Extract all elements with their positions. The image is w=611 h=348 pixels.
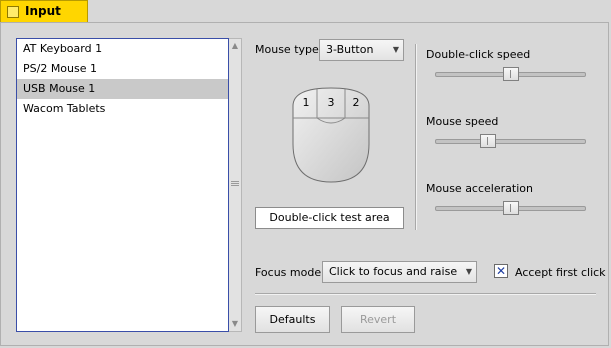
double-click-speed-slider[interactable] (502, 67, 519, 81)
chevron-down-icon: ▼ (392, 45, 399, 54)
list-item-wacom-tablets[interactable]: Wacom Tablets (17, 99, 228, 119)
focus-mode-label: Focus mode: (255, 266, 325, 279)
accept-first-click-checkbox[interactable]: ✕ (494, 264, 508, 278)
close-icon[interactable] (7, 6, 19, 18)
list-item-at-keyboard[interactable]: AT Keyboard 1 (17, 39, 228, 59)
mouse-button-middle-label: 3 (328, 96, 335, 109)
revert-button[interactable]: Revert (341, 306, 415, 333)
window-title: Input (25, 4, 61, 18)
scroll-up-arrow-icon[interactable]: ▲ (230, 40, 240, 52)
scroll-grip-icon[interactable] (231, 180, 239, 188)
focus-mode-value: Click to focus and raise (329, 265, 458, 278)
focus-mode-dropdown[interactable]: Click to focus and raise ▼ (322, 261, 477, 283)
double-click-test-area[interactable]: Double-click test area (255, 207, 404, 229)
window-tab[interactable]: Input (0, 0, 88, 23)
mouse-type-label: Mouse type: (255, 43, 323, 56)
mouse-type-dropdown[interactable]: 3-Button ▼ (319, 39, 404, 61)
device-list[interactable]: AT Keyboard 1 PS/2 Mouse 1 USB Mouse 1 W… (16, 38, 229, 332)
accept-first-click-label: Accept first click (515, 266, 606, 279)
list-item-ps2-mouse[interactable]: PS/2 Mouse 1 (17, 59, 228, 79)
defaults-button[interactable]: Defaults (255, 306, 330, 333)
horizontal-divider (255, 293, 596, 295)
vertical-divider (415, 44, 417, 230)
mouse-speed-label: Mouse speed (426, 115, 499, 128)
mouse-acceleration-label: Mouse acceleration (426, 182, 533, 195)
mouse-button-right-label: 2 (353, 96, 360, 109)
device-list-scrollbar[interactable]: ▲ ▼ (229, 38, 242, 332)
mouse-speed-slider[interactable] (479, 134, 496, 148)
mouse-speed-track[interactable] (435, 139, 586, 144)
list-item-usb-mouse[interactable]: USB Mouse 1 (17, 79, 228, 99)
scroll-down-arrow-icon[interactable]: ▼ (230, 318, 240, 330)
mouse-icon[interactable]: 1 3 2 (288, 84, 374, 186)
mouse-acceleration-slider[interactable] (502, 201, 519, 215)
mouse-button-left-label: 1 (303, 96, 310, 109)
mouse-type-value: 3-Button (326, 43, 374, 56)
chevron-down-icon: ▼ (465, 267, 472, 276)
double-click-speed-label: Double-click speed (426, 48, 531, 61)
